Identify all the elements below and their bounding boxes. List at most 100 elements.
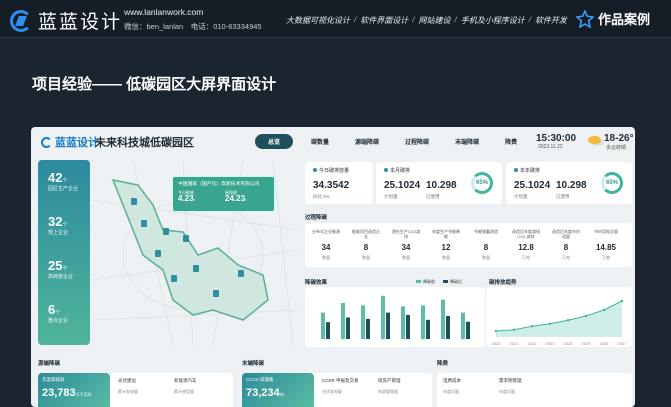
page-title: 项目经验—— 低碳园区大屏界面设计 [32, 76, 277, 93]
bottom-item-sub: 累计使用量 [174, 389, 194, 394]
chart-bg [305, 287, 485, 347]
kpi-used-label: 已使用 [556, 194, 570, 199]
process-stat-label: 改造后年度节约用量 [552, 229, 580, 239]
bottom-item-sub: 光伏发电量 [322, 389, 342, 394]
popup-value-1: 4.23t [178, 194, 195, 203]
process-stat: 分布式企业能源 34 数量 [311, 229, 341, 261]
trend-point-2023 [548, 322, 552, 325]
logo-text: 蓝蓝设计 [38, 12, 123, 33]
year-tick: 2024 [564, 341, 574, 346]
process-stat-unit: 万吨 [522, 255, 530, 260]
nav-item[interactable]: 软件界面设计 [360, 15, 408, 26]
bottom-item-label: 需求侧管理 [499, 378, 522, 383]
bar-降碳前-2 [341, 303, 345, 339]
kpi-used-label: 已使用 [426, 194, 440, 199]
bottom-panel-title: 末端降碳 [242, 361, 265, 367]
dashboard-logo-text: 蓝蓝设计 [55, 137, 99, 149]
enterprise-stat: 32个 规上企业 [48, 214, 68, 236]
year-tick: 2025 [582, 341, 592, 346]
stat-label: 规上企业 [48, 230, 69, 236]
temperature: 18-26° [604, 133, 634, 144]
bottom-item: 光伏建设 累计发电量 [118, 378, 138, 395]
bottom-item-label: CCER 申报及交易 [322, 378, 359, 383]
tab-0[interactable]: 总览 [255, 134, 294, 149]
bottom-item: 电费成本 年度总量 [443, 378, 461, 395]
process-stat-unit: 数量 [362, 255, 370, 260]
process-stat-label: 潜在生产CO2减排 [391, 229, 421, 239]
kpi-label: 今日碳排放量 [313, 167, 349, 174]
nav-separator: / [454, 15, 457, 24]
bar-降碳后-6 [426, 319, 430, 339]
trend-point-2027 [620, 299, 624, 303]
nav-item[interactable]: 手机及小程序设计 [461, 15, 525, 26]
stat-value: 32个 [48, 214, 68, 229]
trend-point-2020 [494, 329, 498, 333]
bottom-panel: 电费成本年度总量 需求侧管理年度总量 [437, 373, 632, 407]
bar-降碳后-3 [366, 318, 370, 339]
weather-desc: 多云转晴 [606, 145, 627, 151]
process-stat-label: 能耗项目改造企业 [352, 229, 380, 239]
stat-value: 42个 [48, 170, 68, 185]
logo-icon [10, 9, 32, 32]
year-tick: 2022 [528, 341, 538, 346]
contact-info: 微信：ben_lanlan 电话：010-63334945 [124, 22, 262, 31]
service-nav: 大数据可视化设计 / 软件界面设计 / 网站建设 / 手机及小程序设计 / 软件开发 [286, 15, 571, 26]
trend-title: 碳排放趋势 [489, 280, 517, 286]
date: 2023.11.22 [538, 144, 563, 150]
process-stat-unit: 数量 [442, 255, 450, 260]
nav-item[interactable]: 软件开发 [535, 15, 567, 26]
enterprise-stat: 6个 重点企业 [48, 302, 68, 324]
process-title: 过程降碳 [305, 215, 328, 221]
bottom-item-sub: 年度总量 [443, 389, 459, 394]
bottom-item-sub: 年度管理量 [378, 389, 398, 394]
bar-降碳后-5 [406, 315, 410, 339]
bottom-item-label: 新能源汽车 [174, 378, 197, 383]
website-url[interactable]: www.lanlanwork.com [124, 7, 203, 17]
tab-4[interactable]: 末端降碳 [447, 134, 487, 149]
legend-after: 降碳后 [443, 279, 462, 285]
tab-2[interactable]: 源端降碳 [347, 134, 387, 149]
process-stat-value: 8 [363, 243, 369, 252]
trend-point-2022 [530, 325, 534, 328]
process-stat-value: 34 [401, 243, 411, 252]
trend-area-chart: 2020 2021 2022 2023 2024 2025 2026 2027 [486, 287, 632, 347]
process-stat: 能耗项目改造企业 8 数量 [351, 229, 381, 261]
tab-1[interactable]: 碳数量 [303, 134, 337, 149]
bottom-item: CCER 申报及交易 光伏发电量 [322, 378, 359, 395]
kpi-value: 34.3542 [313, 180, 350, 191]
clock: 15:30:00 [536, 133, 577, 144]
kpi-planned-label: 计划量 [384, 194, 398, 199]
bar-降碳后-1 [326, 322, 330, 339]
bar-降碳后-8 [466, 321, 470, 339]
trend-point-2021 [512, 328, 516, 331]
kpi-label: 本月碳排 [384, 167, 410, 174]
bottom-item-sub: 年度总量 [499, 389, 515, 394]
nav-separator: / [354, 15, 357, 24]
kpi-label: 本年碳排 [514, 167, 540, 174]
bar-降碳前-4 [381, 295, 385, 339]
kpi-planned: 25.1024 [384, 180, 421, 191]
process-stat: 节能储蓄改造 8 数量 [471, 229, 501, 261]
works-button[interactable]: 作品案例 [576, 9, 650, 28]
effect-title: 降碳效果 [305, 280, 328, 286]
bar-降碳前-3 [361, 305, 365, 339]
process-stat: 节约用电总量 14.85 万度 [591, 229, 621, 261]
legend-before: 降碳前 [416, 279, 435, 285]
logo-icon [41, 136, 52, 148]
stat-label: 园区生产企业 [48, 186, 79, 192]
company-popup[interactable]: 中国国家（国产化）高新技术有限公司 今日能耗 碳排放 4.23t 24.23t [172, 176, 275, 212]
process-stat-value: 14.85 [595, 243, 617, 252]
tab-3[interactable]: 过程降碳 [397, 134, 437, 149]
bar-降碳前-7 [441, 299, 445, 339]
process-stat-unit: 万吨 [562, 255, 570, 260]
nav-item[interactable]: 网站建设 [418, 15, 450, 26]
bar-降碳后-2 [346, 317, 350, 339]
tab-5[interactable]: 降费 [497, 134, 525, 149]
kpi-used: 10.298 [426, 180, 457, 191]
bottom-item-label: 电费成本 [443, 378, 461, 383]
kpi-used: 10.298 [556, 180, 587, 191]
nav-separator: / [412, 15, 415, 24]
bar-降碳前-6 [421, 305, 425, 339]
brand-logo[interactable]: 蓝蓝设计 [10, 7, 122, 34]
nav-item[interactable]: 大数据可视化设计 [286, 15, 350, 26]
